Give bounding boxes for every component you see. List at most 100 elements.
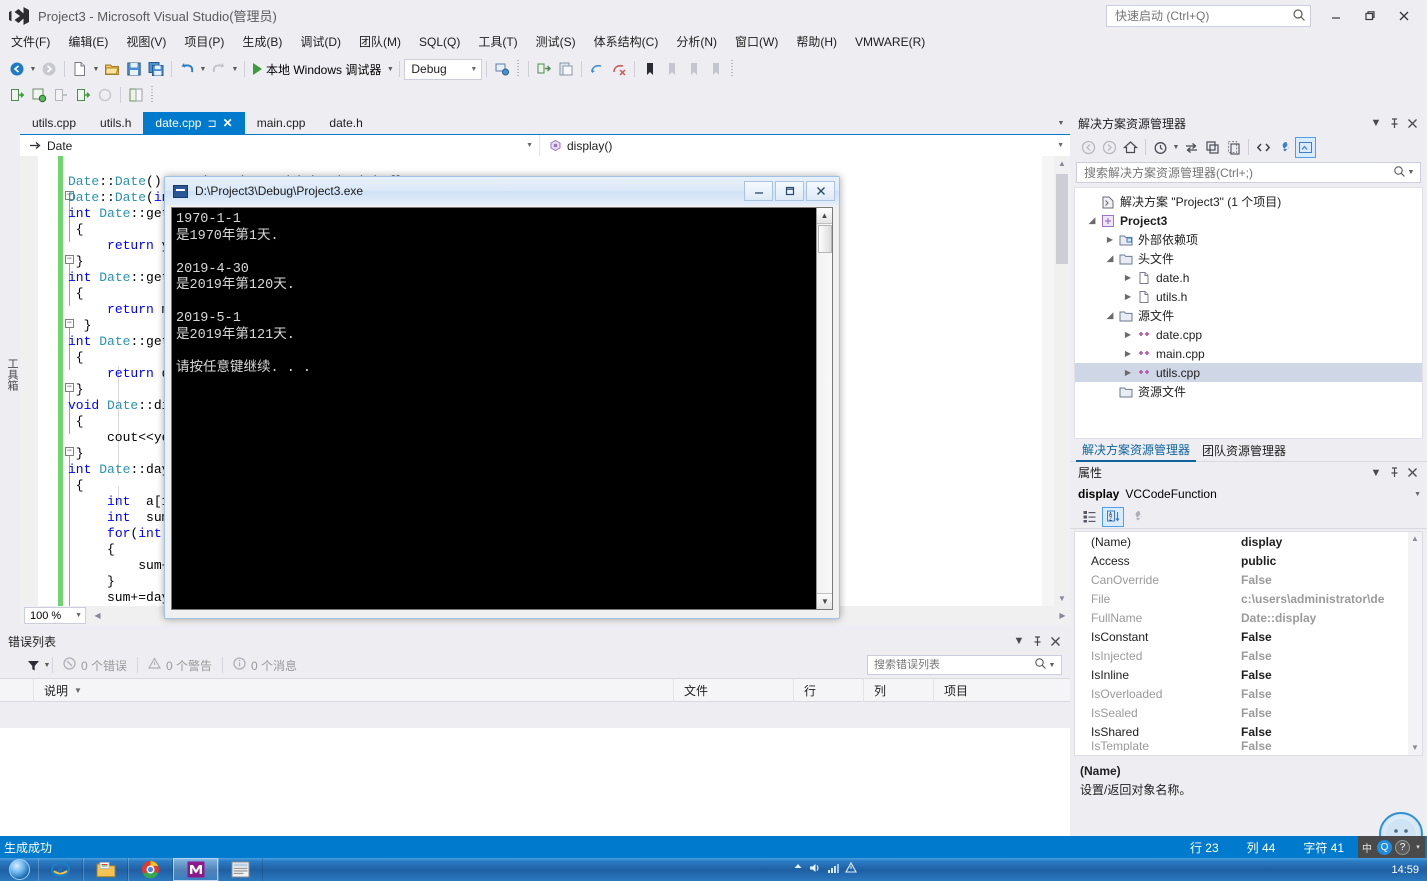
properties-object-selector[interactable]: display VCCodeFunction ▼ (1070, 483, 1427, 505)
paste-icon[interactable] (555, 58, 577, 80)
maximize-restore-button[interactable] (1353, 3, 1387, 29)
console-minimize-button[interactable] (744, 181, 773, 201)
pending-changes-dropdown-icon[interactable]: ▼ (1171, 136, 1181, 158)
twisty-expanded-icon[interactable]: ◢ (1085, 215, 1099, 226)
preview-selected-items-icon[interactable] (1295, 136, 1316, 158)
forward-icon[interactable] (1099, 137, 1120, 158)
taskbar-visual-studio[interactable] (218, 858, 263, 881)
close-panel-icon[interactable] (1046, 632, 1064, 650)
search-dropdown-icon[interactable]: ▼ (1047, 654, 1057, 676)
scope-combo[interactable]: Date ▼ (20, 135, 540, 156)
properties-grid[interactable]: (Name) display Access public CanOverride… (1074, 531, 1423, 756)
step-out-icon[interactable] (50, 84, 72, 106)
tray-volume-icon[interactable] (809, 862, 822, 877)
close-panel-icon[interactable] (1403, 464, 1421, 482)
property-row[interactable]: FullName Date::display (1075, 608, 1422, 627)
uncomment-icon[interactable] (608, 58, 630, 80)
menu-project[interactable]: 项目(P) (175, 30, 233, 53)
property-row[interactable]: CanOverride False (1075, 570, 1422, 589)
tab-main-cpp[interactable]: main.cpp (244, 112, 318, 134)
taskbar-file-explorer[interactable] (83, 858, 128, 881)
chevron-down-icon[interactable]: ▼ (526, 142, 539, 149)
tree-item-external-dependencies[interactable]: ▶ 外部依赖项 (1075, 230, 1422, 249)
property-value[interactable]: False (1235, 725, 1422, 739)
error-list-rows[interactable] (0, 728, 1070, 836)
tree-item-project[interactable]: ◢ Project3 (1075, 211, 1422, 230)
solution-configuration-combo[interactable]: Debug ▼ (404, 58, 483, 80)
sync-icon[interactable] (1181, 137, 1202, 158)
step-over-icon[interactable] (6, 84, 28, 106)
open-file-icon[interactable] (101, 58, 123, 80)
redo-icon[interactable] (208, 58, 230, 80)
errors-chip[interactable]: 0 个错误 (53, 657, 137, 674)
navigate-backward-icon[interactable] (6, 58, 28, 80)
restart-icon[interactable] (94, 84, 116, 106)
property-value[interactable]: False (1235, 649, 1422, 663)
property-row[interactable]: IsConstant False (1075, 627, 1422, 646)
taskbar-chrome[interactable] (128, 858, 173, 881)
panel-dropdown-icon[interactable]: ▼ (1367, 114, 1385, 132)
minimize-button[interactable] (1319, 3, 1353, 29)
search-dropdown-icon[interactable]: ▼ (1406, 162, 1416, 184)
tray-show-hidden-icon[interactable] (792, 862, 804, 877)
collapse-all-icon[interactable] (1202, 137, 1223, 158)
column-line[interactable]: 行 (794, 678, 864, 702)
scroll-right-icon[interactable]: ▶ (1055, 611, 1070, 620)
solution-explorer-tree[interactable]: 解决方案 "Project3" (1 个项目) ◢ Project3 ▶ 外部依… (1074, 187, 1423, 439)
taskbar-clock[interactable]: 14:59 (1391, 864, 1427, 876)
tree-item-date-cpp[interactable]: ▶ date.cpp (1075, 325, 1422, 344)
pin-panel-icon[interactable] (1028, 632, 1046, 650)
scrollbar-thumb[interactable] (1056, 174, 1068, 264)
back-icon[interactable] (1078, 137, 1099, 158)
new-file-icon[interactable] (69, 58, 91, 80)
filter-icon[interactable] (24, 656, 42, 674)
console-maximize-button[interactable] (775, 181, 804, 201)
navigate-backward-dropdown-icon[interactable]: ▼ (28, 58, 38, 80)
tree-item-resource-files[interactable]: 资源文件 (1075, 382, 1422, 401)
property-value[interactable]: display (1235, 535, 1422, 549)
taskbar-mendeley[interactable] (173, 858, 218, 881)
scroll-left-icon[interactable]: ◀ (90, 611, 105, 620)
menu-view[interactable]: 视图(V) (117, 30, 175, 53)
twisty-expanded-icon[interactable]: ◢ (1103, 253, 1117, 264)
next-bookmark-icon[interactable] (683, 58, 705, 80)
menu-build[interactable]: 生成(B) (233, 30, 291, 53)
menu-edit[interactable]: 编辑(E) (59, 30, 117, 53)
start-debugging-dropdown-icon[interactable]: ▼ (385, 58, 395, 80)
chevron-down-icon[interactable]: ▼ (1057, 142, 1070, 149)
start-debugging-button[interactable]: 本地 Windows 调试器 (249, 58, 385, 80)
redo-dropdown-icon[interactable]: ▼ (230, 58, 240, 80)
quick-launch-box[interactable] (1106, 5, 1311, 27)
member-combo[interactable]: display() ▼ (540, 135, 1070, 156)
scroll-up-icon[interactable]: ▲ (1408, 532, 1422, 546)
tree-item-source-files[interactable]: ◢ 源文件 (1075, 306, 1422, 325)
tab-date-h[interactable]: date.h (317, 112, 375, 134)
tree-item-utils-cpp[interactable]: ▶ utils.cpp (1075, 363, 1422, 382)
property-pages-icon[interactable] (1126, 507, 1148, 527)
console-scrollbar-thumb[interactable] (818, 225, 832, 253)
zoom-level-combo[interactable]: 100 % ▼ (24, 607, 86, 624)
twisty-collapsed-icon[interactable]: ▶ (1121, 349, 1135, 358)
taskbar-internet-explorer[interactable]: e (38, 858, 83, 881)
property-value[interactable]: public (1235, 554, 1422, 568)
solution-explorer-search-box[interactable]: ▼ (1076, 162, 1421, 183)
twisty-collapsed-icon[interactable]: ▶ (1121, 292, 1135, 301)
step-into-target-icon[interactable] (533, 58, 555, 80)
property-row[interactable]: IsTemplate False (1075, 741, 1422, 751)
tab-utils-h[interactable]: utils.h (88, 112, 144, 134)
scroll-down-icon[interactable]: ▼ (1408, 741, 1422, 755)
property-row[interactable]: IsInline False (1075, 665, 1422, 684)
navigate-forward-icon[interactable] (38, 58, 60, 80)
properties-vertical-scrollbar[interactable]: ▲ ▼ (1408, 532, 1422, 755)
twisty-collapsed-icon[interactable]: ▶ (1121, 273, 1135, 282)
panel-dropdown-icon[interactable]: ▼ (1010, 632, 1028, 650)
console-close-button[interactable] (806, 181, 835, 201)
menu-team[interactable]: 团队(M) (350, 30, 410, 53)
console-scroll-down-icon[interactable]: ▼ (817, 593, 832, 609)
save-all-icon[interactable] (145, 58, 167, 80)
pending-changes-icon[interactable] (1150, 137, 1171, 158)
scroll-up-icon[interactable]: ▲ (1054, 156, 1070, 171)
debug-toolbar-overflow-icon[interactable] (149, 86, 156, 104)
tree-item-utils-h[interactable]: ▶ utils.h (1075, 287, 1422, 306)
property-row[interactable]: IsOverloaded False (1075, 684, 1422, 703)
